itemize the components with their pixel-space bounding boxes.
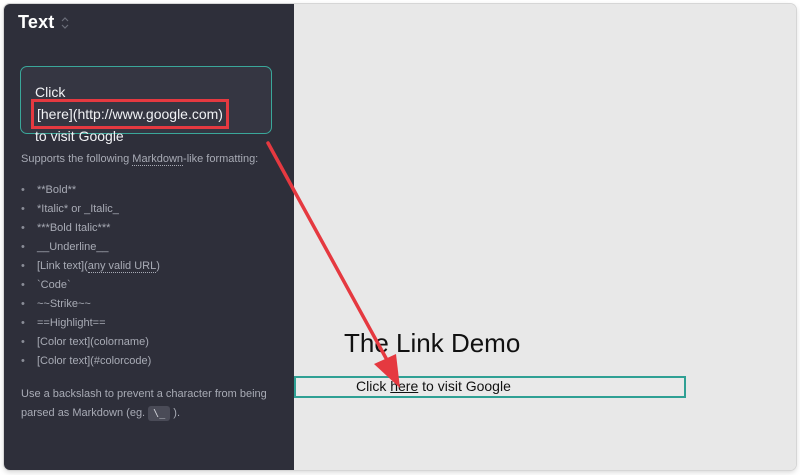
link-markup-highlight: [here](http://www.google.com) xyxy=(31,99,229,129)
text-prefix: Click xyxy=(35,84,66,100)
format-item-code: `Code` xyxy=(21,276,283,295)
help-intro-pre: Supports the following xyxy=(21,153,133,165)
backslash-note-post: ). xyxy=(173,407,181,419)
panel-title: Text xyxy=(18,12,55,32)
format-item-bold-italic: ***Bold Italic*** xyxy=(21,219,283,238)
format-item-link-text: [Link text]( xyxy=(37,260,88,272)
demo-title: The Link Demo xyxy=(344,328,521,358)
format-item-color-code: [Color text](#colorcode) xyxy=(21,352,283,371)
format-list: **Bold** *Italic* or _Italic_ ***Bold It… xyxy=(21,181,283,371)
demo-link[interactable]: here xyxy=(390,378,418,394)
properties-panel: Text Click [here](http://www.google.com)… xyxy=(4,4,294,470)
app-window: Text Click [here](http://www.google.com)… xyxy=(4,4,796,470)
format-item-italic: *Italic* or _Italic_ xyxy=(21,200,283,219)
markdown-term: Markdown xyxy=(132,153,184,166)
backslash-code-chip: \_ xyxy=(148,406,171,421)
sort-arrows-icon[interactable] xyxy=(60,15,70,31)
backslash-note: Use a backslash to prevent a character f… xyxy=(21,385,283,423)
format-item-strike: ~~Strike~~ xyxy=(21,295,283,314)
format-item-highlight: ==Highlight== xyxy=(21,314,283,333)
format-item-underline: __Underline__ xyxy=(21,238,283,257)
help-intro: Supports the following Markdown-like for… xyxy=(21,152,283,167)
format-item-link-close: ) xyxy=(156,260,160,272)
formatting-help: Supports the following Markdown-like for… xyxy=(21,152,283,423)
text-suffix: to visit Google xyxy=(35,128,124,144)
demo-prefix: Click xyxy=(356,378,391,394)
panel-header: Text xyxy=(18,12,70,33)
preview-canvas: The Link Demo Click here to visit Google xyxy=(294,4,796,470)
demo-text-element[interactable]: Click here to visit Google xyxy=(294,376,686,398)
format-item-color-name: [Color text](colorname) xyxy=(21,333,283,352)
format-item-link: [Link text](any valid URL) xyxy=(21,257,283,276)
help-intro-post: -like formatting: xyxy=(183,153,259,165)
demo-suffix: to visit Google xyxy=(418,378,511,394)
backslash-note-pre: Use a backslash to prevent a character f… xyxy=(21,388,267,419)
text-input-area[interactable]: Click [here](http://www.google.com) to v… xyxy=(20,66,272,144)
format-item-link-url: any valid URL xyxy=(87,260,157,273)
format-item-bold: **Bold** xyxy=(21,181,283,200)
